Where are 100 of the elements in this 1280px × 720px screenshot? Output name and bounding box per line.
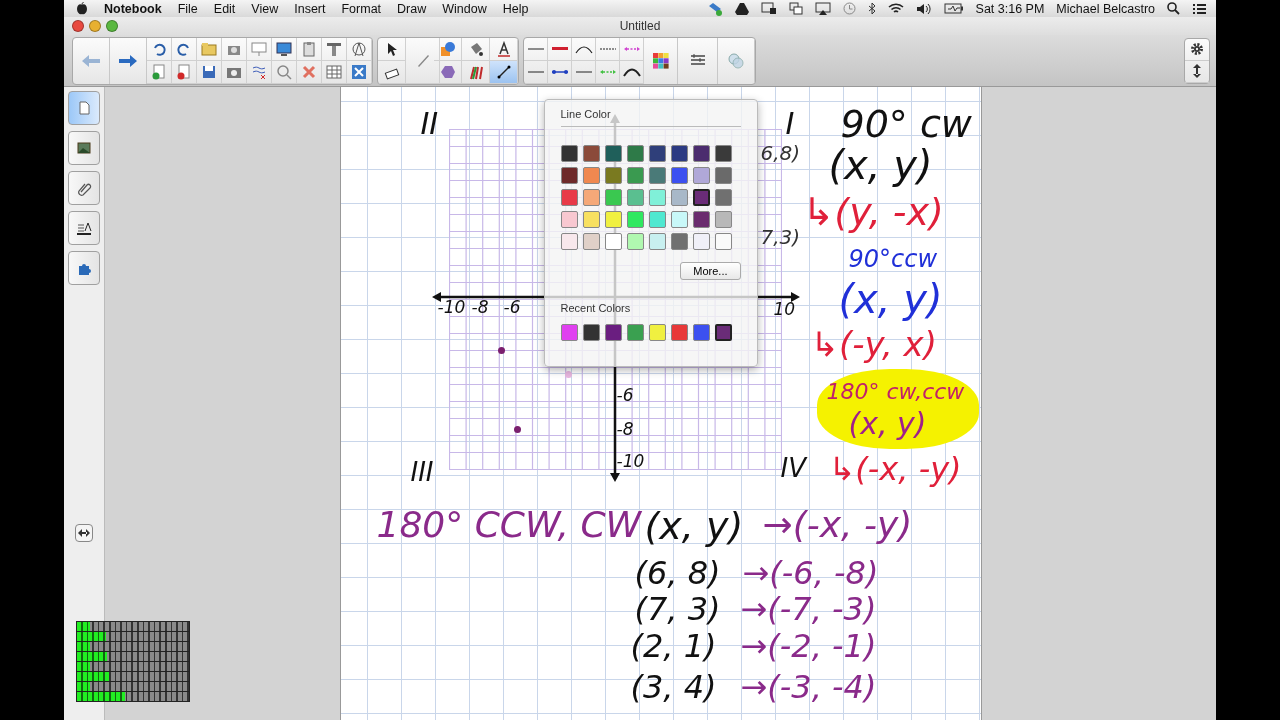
color-swatch[interactable] xyxy=(714,167,732,184)
triangle-icon[interactable] xyxy=(734,2,749,15)
color-swatch[interactable] xyxy=(648,233,666,250)
color-swatch[interactable] xyxy=(670,324,688,341)
toolbar-button[interactable] xyxy=(272,60,297,84)
clock-icon[interactable] xyxy=(842,2,856,15)
color-swatch[interactable] xyxy=(714,211,732,228)
color-swatch[interactable] xyxy=(560,211,578,228)
zoom-button[interactable] xyxy=(106,20,118,32)
tool-button[interactable] xyxy=(378,37,406,61)
menu-item[interactable]: Help xyxy=(502,1,529,16)
color-swatch[interactable] xyxy=(604,324,622,341)
color-swatch[interactable] xyxy=(648,189,666,206)
color-swatch[interactable] xyxy=(692,211,710,228)
apple-logo-icon[interactable] xyxy=(76,2,88,15)
user-name[interactable]: Michael Belcastro xyxy=(1056,1,1155,16)
color-swatch[interactable] xyxy=(560,167,578,184)
line-style-button[interactable] xyxy=(548,60,572,84)
sidebar-tab[interactable] xyxy=(68,131,100,165)
toolbar-button[interactable] xyxy=(197,60,222,84)
color-swatch[interactable] xyxy=(582,324,600,341)
toolbar-button[interactable] xyxy=(247,60,272,84)
toolbar-button[interactable] xyxy=(172,60,197,84)
color-swatch[interactable] xyxy=(626,145,644,162)
color-swatch[interactable] xyxy=(714,145,732,162)
app-menu[interactable]: Notebook xyxy=(104,1,162,16)
wifi-icon[interactable] xyxy=(887,2,904,15)
color-swatch[interactable] xyxy=(626,233,644,250)
windows-icon[interactable] xyxy=(788,2,803,15)
color-swatch[interactable] xyxy=(670,167,688,184)
color-swatch[interactable] xyxy=(670,189,688,206)
close-button[interactable] xyxy=(72,20,84,32)
sidebar-tab[interactable] xyxy=(68,211,100,245)
toolbar-button[interactable] xyxy=(222,37,247,61)
color-swatch[interactable] xyxy=(692,324,710,341)
search-icon[interactable] xyxy=(1167,2,1180,15)
collapse-button[interactable] xyxy=(75,524,93,542)
color-swatch[interactable] xyxy=(670,233,688,250)
tool-button[interactable] xyxy=(490,60,518,84)
color-swatch[interactable] xyxy=(560,189,578,206)
tool-button[interactable] xyxy=(378,60,406,84)
toolbar-button[interactable] xyxy=(272,37,297,61)
color-swatch[interactable] xyxy=(560,145,578,162)
color-swatch[interactable] xyxy=(648,211,666,228)
handwritten-text: -6 xyxy=(503,299,521,316)
color-swatch[interactable] xyxy=(714,233,732,250)
volume-icon[interactable] xyxy=(915,2,932,15)
color-swatch[interactable] xyxy=(648,324,666,341)
toolbar-button[interactable] xyxy=(222,60,247,84)
bluetooth-icon[interactable] xyxy=(867,2,876,15)
clock-text[interactable]: Sat 3:16 PM xyxy=(975,1,1045,16)
color-swatch[interactable] xyxy=(626,189,644,206)
color-swatch[interactable] xyxy=(582,145,600,162)
magnifier-icon xyxy=(276,63,292,80)
color-swatch[interactable] xyxy=(692,233,710,250)
color-swatch[interactable] xyxy=(604,233,622,250)
color-swatch[interactable] xyxy=(714,324,732,341)
battery-icon[interactable] xyxy=(943,3,964,14)
toolbar-button[interactable] xyxy=(147,60,172,84)
toolbar-button[interactable] xyxy=(347,60,372,84)
color-swatch[interactable] xyxy=(692,145,710,162)
line-style-button[interactable] xyxy=(620,60,644,84)
menu-item[interactable]: Edit xyxy=(213,1,236,16)
list-icon[interactable] xyxy=(1192,2,1206,15)
color-swatch[interactable] xyxy=(692,167,710,184)
color-swatch[interactable] xyxy=(582,233,600,250)
toolbar-button[interactable] xyxy=(297,37,322,61)
color-swatch[interactable] xyxy=(604,189,622,206)
airplay-icon[interactable] xyxy=(814,2,831,15)
color-swatch[interactable] xyxy=(582,189,600,206)
color-swatch[interactable] xyxy=(582,167,600,184)
toolbar-button[interactable] xyxy=(172,37,197,61)
color-swatch[interactable] xyxy=(626,324,644,341)
menu-item[interactable]: View xyxy=(251,1,279,16)
menu-item[interactable]: Window xyxy=(442,1,487,16)
color-swatch[interactable] xyxy=(604,145,622,162)
toolbar-button[interactable] xyxy=(322,60,347,84)
menu-item[interactable]: Insert xyxy=(294,1,326,16)
color-swatch[interactable] xyxy=(648,167,666,184)
color-swatch[interactable] xyxy=(560,233,578,250)
menu-item[interactable]: Draw xyxy=(397,1,427,16)
minimize-button[interactable] xyxy=(89,20,101,32)
color-swatch[interactable] xyxy=(604,211,622,228)
menu-item[interactable]: Format xyxy=(341,1,382,16)
color-swatch[interactable] xyxy=(582,211,600,228)
color-swatch[interactable] xyxy=(692,189,710,206)
color-swatch[interactable] xyxy=(670,145,688,162)
menu-item[interactable]: File xyxy=(177,1,198,16)
color-swatch[interactable] xyxy=(648,145,666,162)
color-swatch[interactable] xyxy=(626,211,644,228)
color-swatch[interactable] xyxy=(604,167,622,184)
line-style-button[interactable] xyxy=(572,37,596,61)
color-swatch[interactable] xyxy=(560,324,578,341)
color-swatch[interactable] xyxy=(670,211,688,228)
toolbar-button[interactable] xyxy=(322,37,347,61)
handwritten-text: III xyxy=(410,459,434,485)
more-colors-button[interactable]: More... xyxy=(680,262,741,280)
color-swatch[interactable] xyxy=(714,189,732,206)
toolbar-button[interactable] xyxy=(147,37,172,61)
color-swatch[interactable] xyxy=(626,167,644,184)
